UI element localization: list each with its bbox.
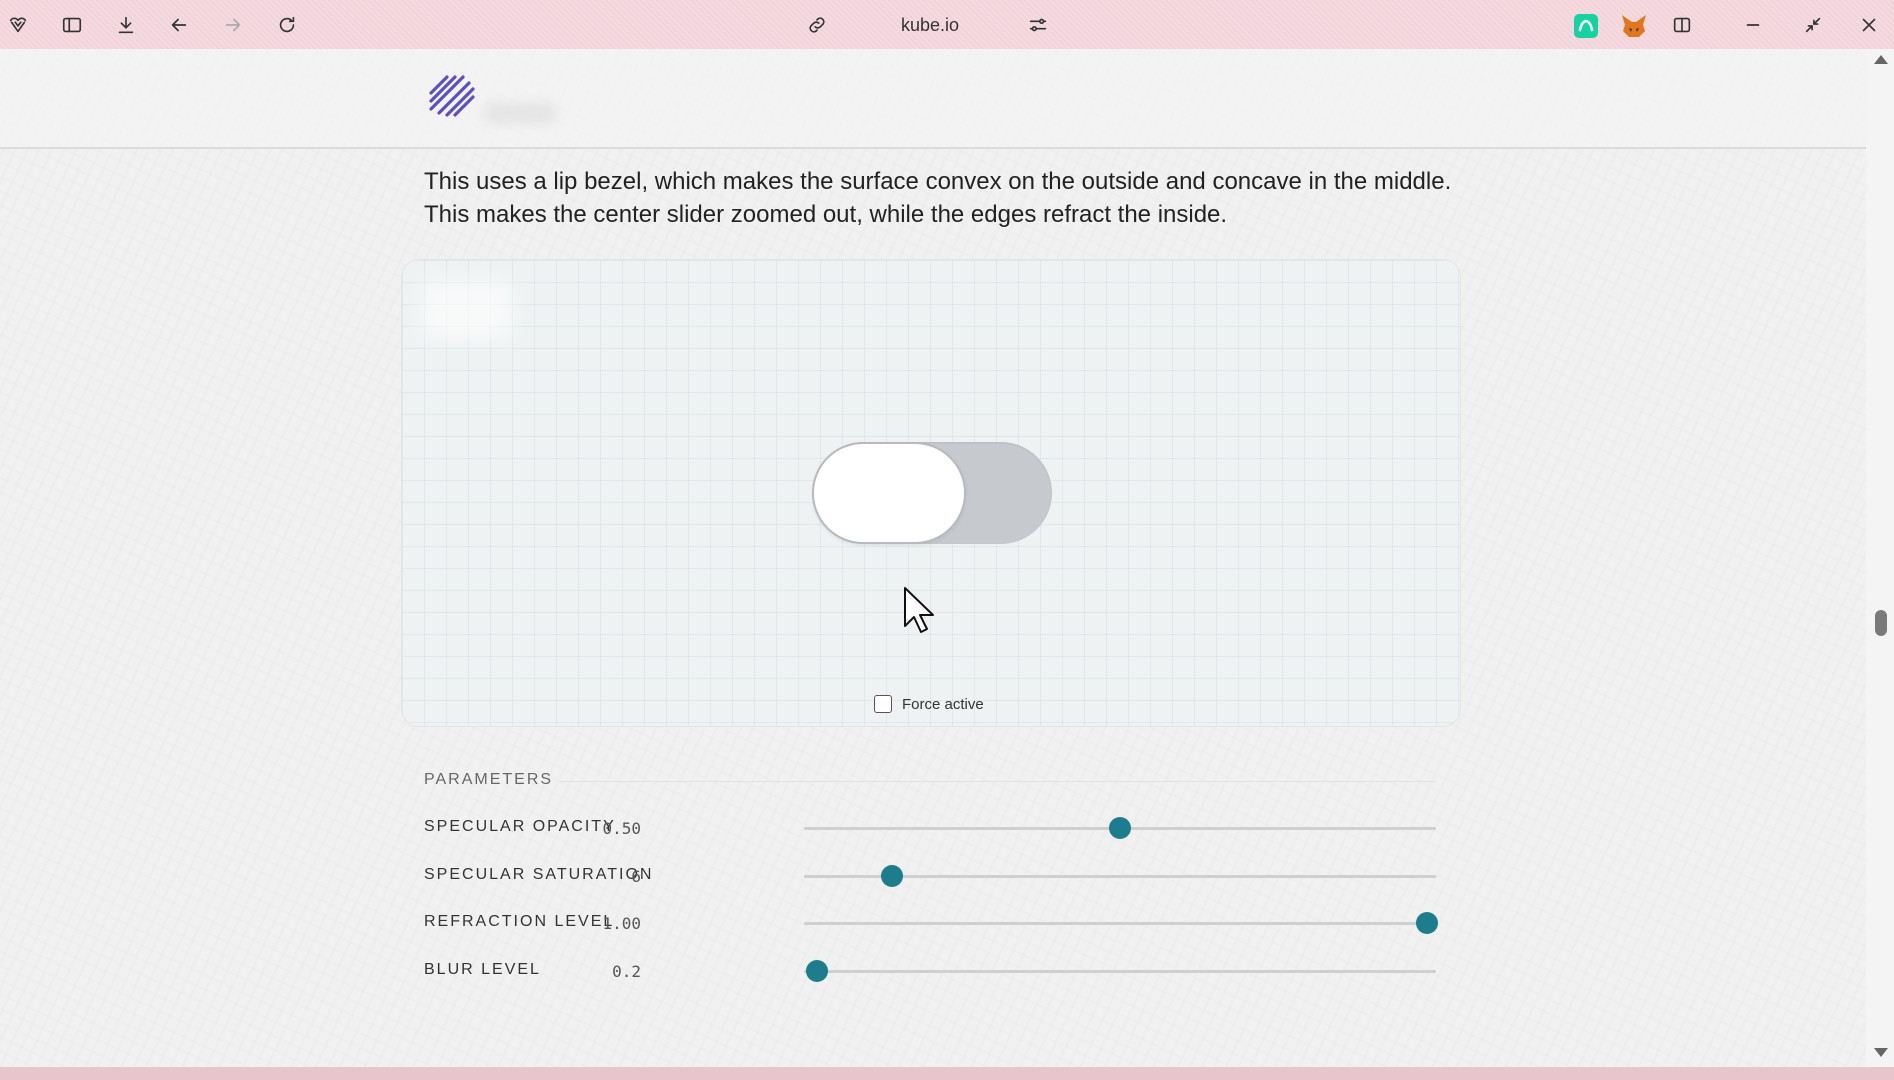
minimize-icon[interactable] (1737, 9, 1769, 41)
sidebar-panel-icon[interactable] (56, 9, 88, 41)
window-bottom-edge (0, 1067, 1894, 1080)
param-row-specular-saturation: SPECULAR SATURATION 6 (424, 861, 1436, 891)
page-scrollbar[interactable] (1866, 49, 1894, 1067)
param-label: SPECULAR OPACITY (424, 818, 616, 835)
param-value: 6 (631, 867, 641, 886)
scroll-down-arrow-icon[interactable] (1874, 1048, 1888, 1057)
forward-arrow-icon[interactable] (217, 9, 249, 41)
split-view-icon[interactable] (1666, 9, 1698, 41)
web-page: This uses a lip bezel, which makes the s… (0, 49, 1866, 1067)
force-active-label: Force active (902, 695, 984, 713)
slider-thumb[interactable] (805, 960, 828, 982)
scroll-up-arrow-icon[interactable] (1874, 55, 1888, 64)
param-value: 0.2 (612, 962, 641, 981)
scrollbar-thumb[interactable] (1875, 610, 1887, 636)
refraction-level-slider[interactable] (804, 912, 1438, 934)
param-row-blur-level: BLUR LEVEL 0.2 (424, 956, 1436, 986)
parameters-divider (560, 781, 1436, 782)
param-row-specular-opacity: SPECULAR OPACITY 0.50 (424, 813, 1436, 843)
specular-saturation-slider[interactable] (804, 865, 1436, 887)
specular-opacity-slider[interactable] (804, 817, 1436, 839)
parameters-heading: PARAMETERS (424, 771, 554, 788)
slider-thumb[interactable] (1109, 817, 1131, 839)
page-settings-icon[interactable] (1022, 9, 1054, 41)
vivaldi-logo-icon[interactable] (2, 9, 34, 41)
panel-highlight (422, 280, 512, 340)
back-arrow-icon[interactable] (163, 9, 195, 41)
force-active-control[interactable]: Force active (874, 693, 984, 715)
force-active-checkbox[interactable] (874, 695, 892, 713)
mouse-cursor-icon (902, 585, 936, 635)
blur-level-slider[interactable] (804, 960, 1436, 982)
demo-panel: Force active (401, 259, 1461, 727)
param-label: BLUR LEVEL (424, 961, 541, 978)
link-icon[interactable] (801, 9, 833, 41)
download-icon[interactable] (110, 9, 142, 41)
site-name-blurred (484, 103, 556, 123)
fox-extension-icon[interactable] (1620, 13, 1648, 39)
site-header (0, 49, 1866, 149)
param-label: REFRACTION LEVEL (424, 913, 615, 930)
browser-toolbar: kube.io (0, 0, 1894, 49)
slider-thumb[interactable] (1415, 912, 1438, 934)
param-value: 0.50 (602, 819, 641, 838)
kube-logo-icon[interactable] (425, 71, 479, 121)
green-extension-icon[interactable] (1574, 14, 1598, 38)
close-icon[interactable] (1853, 9, 1885, 41)
slider-thumb[interactable] (881, 865, 904, 887)
glass-toggle-thumb[interactable] (814, 444, 964, 542)
address-bar-url[interactable]: kube.io (860, 12, 1000, 38)
restore-icon[interactable] (1797, 9, 1829, 41)
param-label: SPECULAR SATURATION (424, 866, 654, 883)
param-row-refraction-level: REFRACTION LEVEL 1.00 (424, 908, 1438, 938)
intro-paragraph: This uses a lip bezel, which makes the s… (424, 168, 1452, 228)
param-value: 1.00 (602, 914, 641, 933)
reload-icon[interactable] (271, 9, 303, 41)
